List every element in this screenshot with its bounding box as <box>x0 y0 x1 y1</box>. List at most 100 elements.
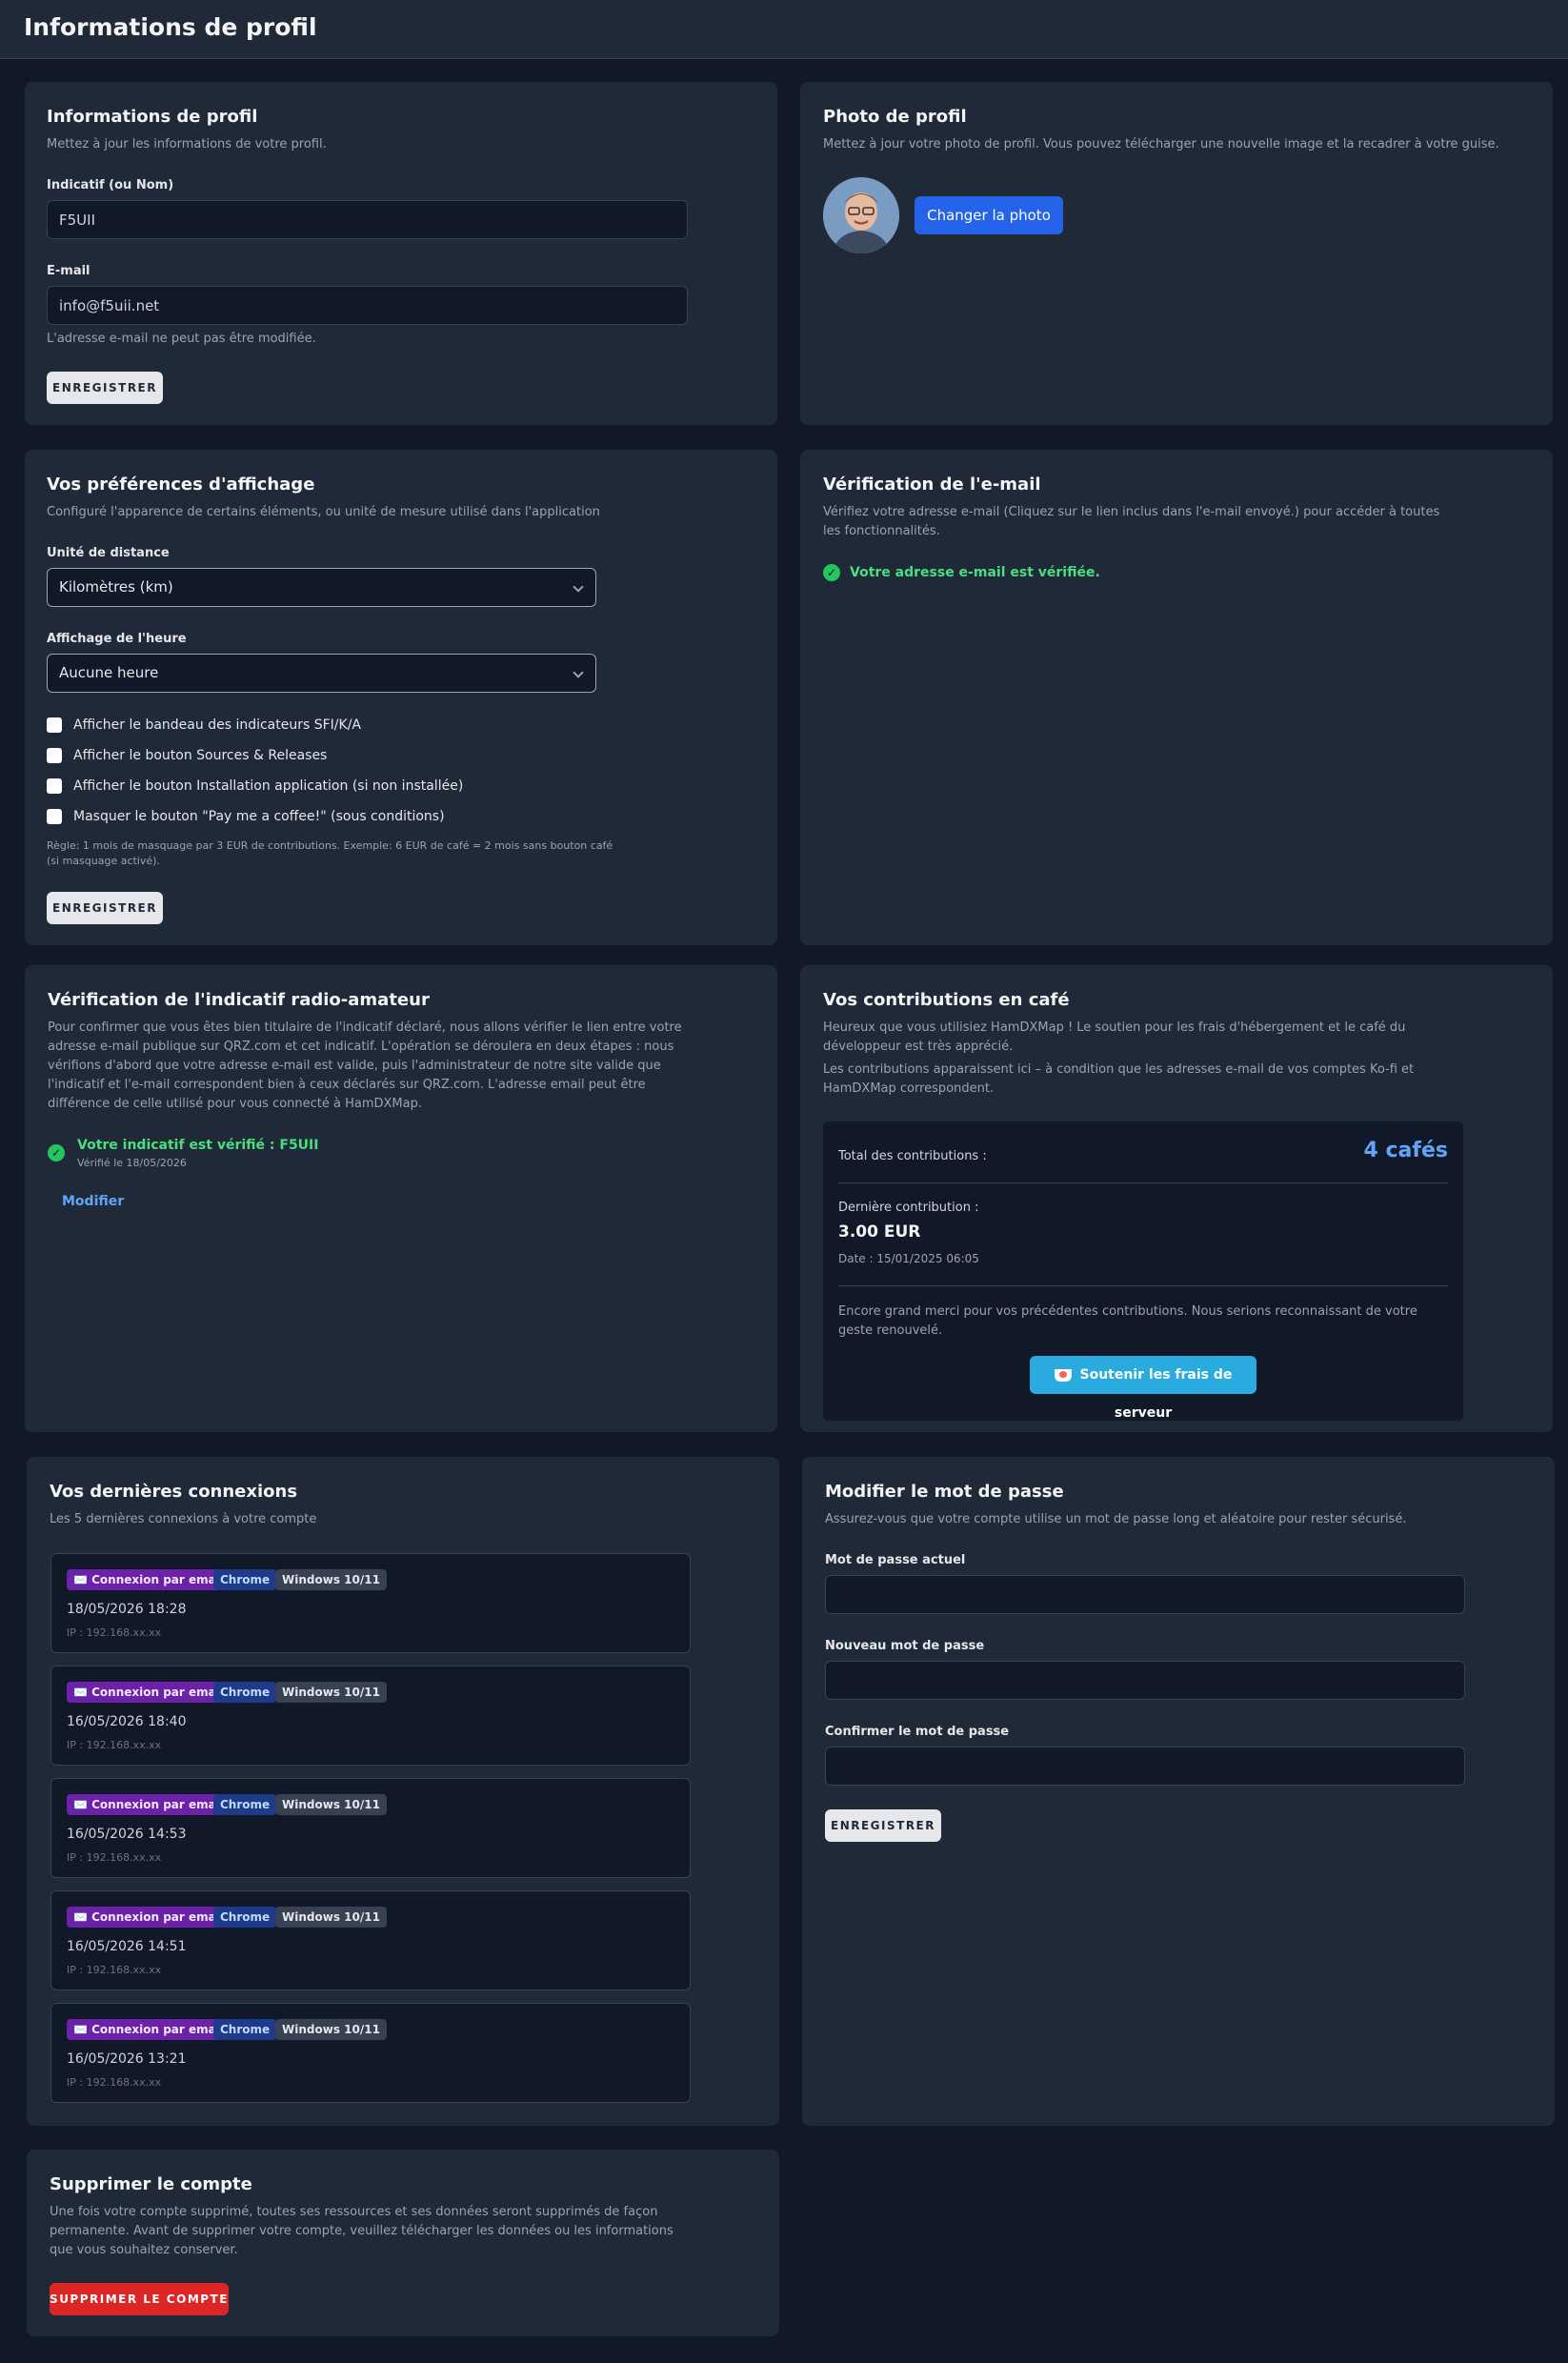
profile-info-subtitle: Mettez à jour les informations de votre … <box>47 137 327 151</box>
login-date: 16/05/2026 14:53 <box>67 1827 187 1842</box>
os-badge: Windows 10/11 <box>275 1794 387 1815</box>
callsign-input[interactable]: F5UII <box>47 200 688 239</box>
current-password-input[interactable] <box>825 1575 1465 1614</box>
password-card: Modifier le mot de passe Assurez-vous qu… <box>802 1457 1555 2126</box>
delete-account-description: Une fois votre compte supprimé, toutes s… <box>50 2205 673 2257</box>
checkbox-box[interactable] <box>47 748 62 763</box>
email-field: info@f5uii.net <box>47 286 688 325</box>
browser-badge: Chrome <box>213 1682 277 1703</box>
delete-account-button[interactable]: SUPPRIMER LE COMPTE <box>50 2283 229 2315</box>
divider <box>838 1285 1448 1286</box>
connections-card: Vos dernières connexions Les 5 dernières… <box>27 1457 779 2126</box>
password-subtitle: Assurez-vous que votre compte utilise un… <box>825 1512 1407 1526</box>
callsign-verified-status: Votre indicatif est vérifié : F5UII <box>77 1138 319 1153</box>
browser-badge: Chrome <box>213 1794 277 1815</box>
login-ip: IP : 192.168.xx.xx <box>67 2076 162 2089</box>
list-item: ✉️ Connexion par email Chrome Windows 10… <box>50 1778 691 1878</box>
confirm-password-input[interactable] <box>825 1747 1465 1786</box>
browser-badge: Chrome <box>213 2019 277 2040</box>
coffee-rule-line: Règle: 1 mois de masquage par 3 EUR de c… <box>47 839 613 852</box>
callsign-verification-description: Pour confirmer que vous êtes bien titula… <box>48 1020 682 1111</box>
current-password-label: Mot de passe actuel <box>825 1553 966 1567</box>
checkbox-label: Afficher le bandeau des indicateurs SFI/… <box>73 717 361 733</box>
avatar <box>823 177 899 253</box>
profile-info-card: Informations de profil Mettez à jour les… <box>25 82 777 425</box>
save-password-button[interactable]: ENREGISTRER <box>825 1809 941 1842</box>
change-photo-button[interactable]: Changer la photo <box>915 196 1063 234</box>
time-display-label: Affichage de l'heure <box>47 632 187 646</box>
display-prefs-subtitle: Configuré l'apparence de certains élémen… <box>47 505 600 519</box>
login-date: 18/05/2026 18:28 <box>67 1602 187 1617</box>
photo-title: Photo de profil <box>823 107 967 127</box>
callsign-verification-card: Vérification de l'indicatif radio-amateu… <box>25 965 777 1432</box>
list-item: ✉️ Connexion par email Chrome Windows 10… <box>50 2003 691 2103</box>
browser-badge: Chrome <box>213 1907 277 1928</box>
email-verification-card: Vérification de l'e-mail Vérifiez votre … <box>800 450 1553 945</box>
delete-account-title: Supprimer le compte <box>50 2174 252 2194</box>
connections-subtitle: Les 5 dernières connexions à votre compt… <box>50 1512 317 1526</box>
contributions-title: Vos contributions en café <box>823 990 1070 1010</box>
login-type-badge: ✉️ Connexion par email <box>67 1794 231 1815</box>
distance-unit-label: Unité de distance <box>47 546 170 560</box>
list-item: ✉️ Connexion par email Chrome Windows 10… <box>50 1666 691 1766</box>
email-verification-title: Vérification de l'e-mail <box>823 475 1041 495</box>
browser-badge: Chrome <box>213 1569 277 1590</box>
modify-callsign-link[interactable]: Modifier <box>62 1194 124 1209</box>
coffee-rule-note: Règle: 1 mois de masquage par 3 EUR de c… <box>47 838 613 869</box>
delete-account-card: Supprimer le compte Une fois votre compt… <box>27 2150 779 2336</box>
login-date: 16/05/2026 14:51 <box>67 1939 187 1954</box>
save-profile-button[interactable]: ENREGISTRER <box>47 372 163 404</box>
login-date: 16/05/2026 13:21 <box>67 2051 187 2067</box>
photo-subtitle: Mettez à jour votre photo de profil. Vou… <box>823 137 1499 151</box>
checkbox-label: Afficher le bouton Installation applicat… <box>73 778 464 794</box>
time-display-value: Aucune heure <box>59 664 159 681</box>
callsign-verified-date: Vérifié le 18/05/2026 <box>77 1157 187 1169</box>
save-prefs-button[interactable]: ENREGISTRER <box>47 892 163 924</box>
login-date: 16/05/2026 18:40 <box>67 1714 187 1729</box>
avatar-illustration <box>823 177 899 253</box>
page-title: Informations de profil <box>24 13 317 41</box>
check-circle-icon: ✓ <box>48 1144 65 1161</box>
email-note: L'adresse e-mail ne peut pas être modifi… <box>47 332 316 346</box>
support-server-label: Soutenir les frais de serveur <box>1079 1367 1233 1421</box>
chevron-down-icon <box>573 581 584 593</box>
os-badge: Windows 10/11 <box>275 1907 387 1928</box>
checkbox-box[interactable] <box>47 778 62 794</box>
checkbox-box[interactable] <box>47 717 62 733</box>
contributions-intro-2: Les contributions apparaissent ici – à c… <box>823 1062 1415 1096</box>
chevron-down-icon <box>573 667 584 678</box>
checkbox-label: Afficher le bouton Sources & Releases <box>73 748 328 763</box>
time-display-select[interactable]: Aucune heure <box>47 654 596 693</box>
support-server-button[interactable]: Soutenir les frais de serveur <box>1030 1356 1256 1421</box>
email-verification-subtitle: Vérifiez votre adresse e-mail (Cliquez s… <box>823 505 1440 538</box>
coffee-rule-line: (si masquage activé). <box>47 855 160 867</box>
display-prefs-card: Vos préférences d'affichage Configuré l'… <box>25 450 777 945</box>
list-item: ✉️ Connexion par email Chrome Windows 10… <box>50 1890 691 1990</box>
login-type-badge: ✉️ Connexion par email <box>67 2019 231 2040</box>
connections-title: Vos dernières connexions <box>50 1482 298 1502</box>
callsign-verification-title: Vérification de l'indicatif radio-amateu… <box>48 990 430 1010</box>
last-contribution-label: Dernière contribution : <box>838 1201 979 1215</box>
os-badge: Windows 10/11 <box>275 1682 387 1703</box>
coffee-cup-icon <box>1054 1368 1072 1382</box>
email-label: E-mail <box>47 264 90 278</box>
heart-icon <box>1058 1370 1067 1378</box>
password-title: Modifier le mot de passe <box>825 1482 1064 1502</box>
distance-unit-select[interactable]: Kilomètres (km) <box>47 568 596 607</box>
contributions-intro-1: Heureux que vous utilisiez HamDXMap ! Le… <box>823 1020 1406 1054</box>
top-bar: Informations de profil <box>0 0 1568 59</box>
check-circle-icon: ✓ <box>823 564 840 581</box>
checkbox-box[interactable] <box>47 809 62 824</box>
distance-unit-value: Kilomètres (km) <box>59 578 173 596</box>
total-contributions-label: Total des contributions : <box>838 1149 987 1163</box>
last-contribution-date: Date : 15/01/2025 06:05 <box>838 1252 979 1265</box>
checkbox-label: Masquer le bouton "Pay me a coffee!" (so… <box>73 809 445 824</box>
contributions-summary: Total des contributions : 4 cafés Derniè… <box>823 1121 1463 1421</box>
email-verified-status: Votre adresse e-mail est vérifiée. <box>850 565 1100 580</box>
total-contributions-value: 4 cafés <box>1363 1139 1448 1162</box>
new-password-input[interactable] <box>825 1661 1465 1700</box>
last-contribution-amount: 3.00 EUR <box>838 1222 921 1242</box>
login-type-badge: ✉️ Connexion par email <box>67 1682 231 1703</box>
display-prefs-title: Vos préférences d'affichage <box>47 475 315 495</box>
thanks-message: Encore grand merci pour vos précédentes … <box>838 1304 1417 1338</box>
